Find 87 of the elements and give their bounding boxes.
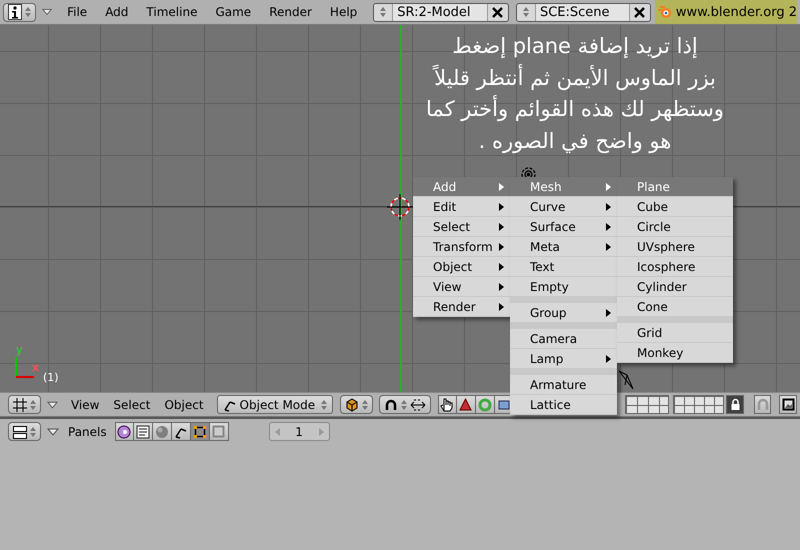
frame-number: (1)	[43, 371, 59, 384]
annotation-text: هو واضح في الصوره .	[478, 128, 672, 152]
grid-icon	[13, 398, 27, 412]
panels-label: Panels	[68, 424, 107, 438]
layer-buttons[interactable]	[624, 395, 669, 414]
info-icon	[8, 4, 22, 20]
menu-item[interactable]: Timeline	[137, 5, 206, 19]
menu-item[interactable]: Lattice	[510, 395, 617, 415]
up-down-arrows-icon[interactable]	[25, 6, 31, 18]
submenu-arrow-icon	[606, 242, 611, 250]
submenu-arrow-icon	[499, 242, 504, 250]
blender-logo-icon	[656, 5, 673, 19]
submenu-arrow-icon	[499, 262, 504, 270]
panels-icon	[13, 424, 27, 438]
menu-item[interactable]: Select	[106, 398, 158, 412]
collapse-triangle-icon[interactable]	[47, 428, 59, 436]
submenu-arrow-icon	[606, 222, 611, 230]
submenu-arrow-icon	[499, 282, 504, 290]
edit-square-icon[interactable]	[190, 422, 210, 441]
submenu-arrow-icon	[499, 202, 504, 210]
menu-item[interactable]: Mesh	[510, 177, 617, 197]
website-link[interactable]: www.blender.org 2	[654, 0, 798, 24]
object-axes-icon[interactable]	[172, 422, 191, 441]
transform-arrows-icon	[410, 398, 426, 410]
submenu-arrow-icon	[499, 182, 504, 190]
y-axis-label: y	[16, 343, 23, 356]
render-image-icon[interactable]	[779, 395, 797, 414]
lock-icon[interactable]	[726, 395, 744, 414]
close-icon[interactable]	[492, 6, 504, 18]
collapse-triangle-icon[interactable]	[42, 8, 52, 16]
image-icon[interactable]	[210, 422, 229, 441]
annotation-text: إذا تريد إضافة plane إضغط	[452, 34, 698, 58]
menu-item[interactable]: View	[64, 398, 106, 412]
hand-icon[interactable]	[438, 395, 457, 414]
menu-item[interactable]: Grid	[617, 317, 733, 343]
collapse-triangle-icon[interactable]	[47, 400, 58, 408]
submenu-arrow-icon	[606, 354, 611, 362]
up-down-arrows-icon[interactable]	[401, 398, 408, 410]
layer-buttons[interactable]	[672, 395, 724, 414]
menu-item[interactable]: Add	[413, 177, 510, 197]
up-down-arrows-icon[interactable]	[362, 398, 368, 410]
scene-field[interactable]: SCE:Scene	[516, 2, 651, 22]
menu-item[interactable]: File	[58, 5, 96, 19]
menu-item[interactable]: Cone	[617, 297, 733, 317]
annotation-text: بزر الماوس الأيمن ثم أنتظر قليلاً	[434, 66, 716, 90]
x-axis-label: x	[32, 361, 40, 374]
submenu-arrow-icon	[606, 182, 611, 190]
menu-item[interactable]: Cube	[617, 197, 733, 217]
magnet-icon[interactable]	[754, 395, 772, 414]
up-down-arrows-icon[interactable]	[522, 6, 529, 18]
submenu-arrow-icon	[606, 202, 611, 210]
editor-type-button[interactable]	[8, 395, 41, 414]
screen-field[interactable]: SR:2-Model	[373, 2, 509, 22]
menu-item[interactable]: Render	[260, 5, 321, 19]
3d-cursor-icon	[387, 194, 413, 220]
draw-type-button[interactable]	[340, 395, 373, 414]
axis-gizmo-icon	[14, 355, 34, 379]
menu-item[interactable]: Circle	[617, 217, 733, 237]
menu-item[interactable]: Icosphere	[617, 257, 733, 277]
close-icon[interactable]	[634, 6, 646, 18]
menu-item[interactable]: Game	[206, 5, 260, 19]
up-down-arrows-icon[interactable]	[321, 398, 328, 410]
menu-item[interactable]: Object	[157, 398, 211, 412]
ring-icon[interactable]	[476, 395, 495, 414]
up-down-arrows-icon[interactable]	[380, 6, 386, 18]
logic-icon[interactable]	[114, 422, 134, 441]
menu-item[interactable]: Lamp	[510, 349, 617, 369]
editor-type-button[interactable]	[8, 422, 41, 441]
menu-item[interactable]: Cylinder	[617, 277, 733, 297]
menu-item[interactable]: UVsphere	[617, 237, 733, 257]
up-down-arrows-icon[interactable]	[30, 398, 36, 410]
script-icon[interactable]	[134, 422, 153, 441]
pivot-button[interactable]	[379, 395, 432, 414]
menu-item[interactable]: Help	[320, 5, 366, 19]
submenu-arrow-icon	[499, 302, 504, 310]
submenu-arrow-icon	[499, 222, 504, 230]
pivot-icon	[384, 398, 398, 412]
cube-icon	[344, 398, 359, 412]
menu-item[interactable]: Plane	[617, 177, 733, 197]
menu-item[interactable]: Add	[96, 5, 138, 19]
window-type-button[interactable]	[3, 2, 36, 22]
annotation-text: وستظهر لك هذه القوائم وأختر كما	[426, 97, 724, 121]
menu-item[interactable]: Armature	[510, 369, 617, 395]
mode-dropdown[interactable]: Object Mode	[216, 395, 334, 414]
up-down-arrows-icon[interactable]	[30, 426, 36, 438]
menu-item[interactable]: Monkey	[617, 343, 733, 363]
submenu-arrow-icon	[606, 308, 611, 316]
